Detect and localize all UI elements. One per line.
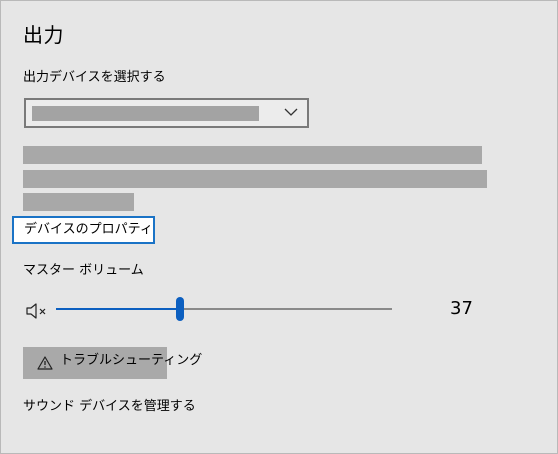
dropdown-selected-value-redacted [32, 106, 259, 121]
master-volume-label: マスター ボリューム [23, 263, 144, 278]
redacted-text-line [23, 193, 134, 211]
troubleshoot-button[interactable]: トラブルシューティング [23, 347, 202, 379]
warning-triangle-icon [37, 356, 53, 370]
chevron-down-icon [284, 108, 298, 116]
troubleshoot-label: トラブルシューティング [60, 353, 203, 368]
device-properties-link[interactable]: デバイスのプロパティ [12, 216, 155, 244]
master-volume-slider[interactable] [56, 297, 392, 323]
manage-sound-devices-link[interactable]: サウンド デバイスを管理する [23, 399, 196, 415]
volume-value: 37 [450, 298, 473, 319]
section-title: 出力 [23, 23, 64, 47]
redacted-text-line [23, 170, 487, 188]
redacted-text-line [23, 146, 482, 164]
slider-thumb[interactable] [176, 297, 184, 321]
slider-fill [56, 308, 180, 310]
select-output-device-label: 出力デバイスを選択する [23, 70, 166, 85]
output-device-dropdown[interactable] [24, 98, 309, 128]
output-settings-panel: 出力 出力デバイスを選択する デバイスのプロパティ マスター ボリューム 37 … [0, 0, 558, 454]
speaker-muted-icon[interactable] [25, 302, 49, 320]
